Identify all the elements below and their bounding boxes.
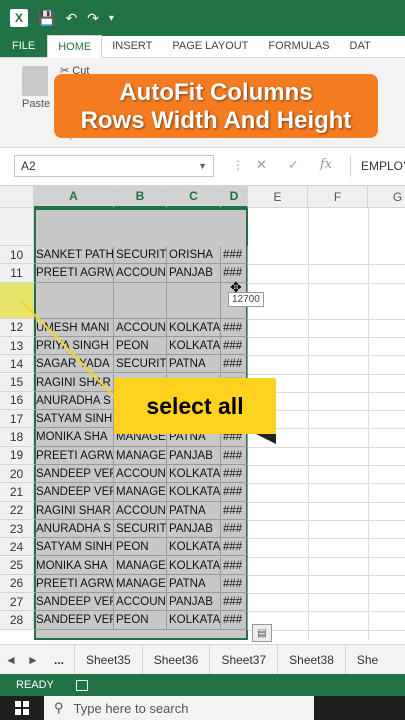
search-placeholder: Type here to search (73, 700, 189, 716)
sheet-tab-sheet36[interactable]: Sheet36 (141, 644, 210, 675)
prev-sheet-icon[interactable]: ◄ (0, 653, 22, 667)
windows-taskbar: ⚲ Type here to search (0, 696, 405, 720)
sheet-tab-sheet39[interactable]: She (344, 644, 389, 675)
callout-tail (256, 434, 276, 444)
pointer-line (21, 301, 119, 401)
sheet-tab-sheet37[interactable]: Sheet37 (209, 644, 277, 675)
sheet-tab-sheet35[interactable]: Sheet35 (74, 644, 142, 675)
excel-window: X 💾 ↶ ↷ ▾ FILE HOME INSERT PAGE LAYOUT F… (0, 0, 405, 720)
next-sheet-icon[interactable]: ► (22, 653, 44, 667)
select-all-callout: select all (114, 378, 276, 434)
paste-options-icon[interactable]: ▤ (252, 624, 272, 642)
macro-recording-icon[interactable] (75, 679, 88, 691)
more-sheets-button[interactable]: ... (44, 653, 74, 667)
sheet-tab-sheet38[interactable]: Sheet38 (277, 644, 345, 675)
status-bar: READY (0, 674, 405, 696)
search-icon: ⚲ (54, 700, 64, 715)
taskbar-search[interactable]: ⚲ Type here to search (44, 696, 314, 720)
sheet-tab-bar: ◄ ► ... Sheet35 Sheet36 Sheet37 Sheet38 … (0, 644, 405, 675)
windows-start-icon[interactable] (0, 696, 44, 720)
status-ready: READY (16, 679, 54, 691)
